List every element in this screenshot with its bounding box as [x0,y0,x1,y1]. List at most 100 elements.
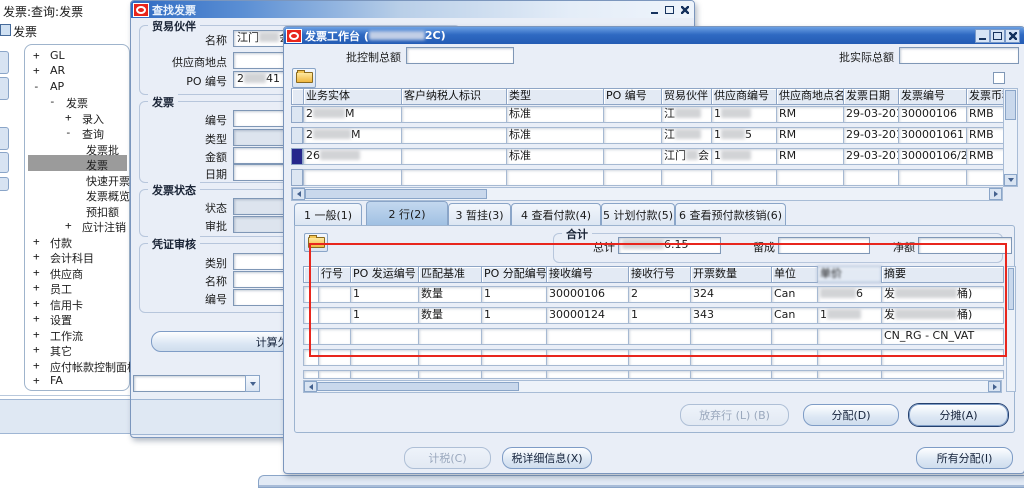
cell-empty[interactable] [817,349,882,366]
cell-description[interactable]: CN_RG - CN_VAT [881,328,1004,345]
cell-supplier-num[interactable]: 1 [711,106,779,123]
tab-scheduled-payments[interactable]: 5 计划付款(5) [601,203,675,226]
cell-empty[interactable] [481,349,547,366]
cell-empty[interactable] [690,349,772,366]
cell-billed-qty[interactable]: 343 [690,307,772,324]
cell-empty[interactable] [350,370,419,379]
lines-horizontal-scrollbar[interactable] [303,380,1002,393]
cell-empty[interactable] [418,370,482,379]
cell-currency[interactable]: RMB [966,127,1005,144]
cell-empty[interactable] [418,349,482,366]
tree-item-withholding[interactable]: 预扣额 [26,204,126,219]
tree-item-inquiry[interactable]: -查询 [26,126,126,141]
column-header-date[interactable]: 发票日期 [843,88,901,105]
cell-po[interactable] [603,148,664,165]
expand-icon[interactable]: + [33,312,40,325]
row-selector[interactable] [291,169,303,186]
tree-item-invoices[interactable]: -发票 [26,95,126,110]
cell-line-num[interactable] [318,286,351,303]
cell-taxpayer[interactable] [401,148,509,165]
scrollbar-thumb[interactable] [1008,268,1014,310]
toolbar-button[interactable] [0,177,9,191]
column-header-unit-price[interactable]: 单价 [817,266,882,283]
cell-po-distribution[interactable]: 1 [481,307,547,324]
cell-empty[interactable] [628,370,691,379]
cell-empty[interactable] [817,370,882,379]
scroll-right-button[interactable] [988,381,1001,392]
cell-empty[interactable] [881,349,1004,366]
scrollbar-thumb[interactable] [1005,90,1016,120]
tree-item-workflow[interactable]: +工作流 [26,328,126,343]
tree-item-accounting[interactable]: +会计科目 [26,250,126,265]
cell-empty[interactable] [628,349,691,366]
column-header-ou[interactable]: 业务实体 [303,88,404,105]
cell-empty[interactable] [771,349,818,366]
cell-empty[interactable] [401,169,509,186]
tab-general[interactable]: 1 一般(1) [294,203,362,226]
cell-empty[interactable] [771,370,818,379]
scrollbar-thumb[interactable] [317,382,519,391]
collapse-icon[interactable]: - [65,126,72,139]
cell-billed-qty[interactable] [690,328,772,345]
vertical-scrollbar[interactable] [1003,88,1018,187]
cell-empty[interactable] [898,169,969,186]
lines-vertical-scrollbar[interactable] [1006,266,1016,392]
cell-partner[interactable]: 江 [661,127,714,144]
column-header-site[interactable]: 供应商地点名 [776,88,846,105]
cell-date[interactable]: 29-03-2016 [843,148,901,165]
tree-item-invoice-batches[interactable]: 发票批 [26,142,126,157]
expand-icon[interactable]: + [33,374,40,387]
expand-icon[interactable]: + [33,297,40,310]
column-header-receipt-num[interactable]: 接收编号 [546,266,629,283]
cell-po[interactable] [603,127,664,144]
column-header-currency[interactable]: 发票币种 [966,88,1005,105]
tree-item-ap-dashboard[interactable]: +应付帐款控制面板 [26,359,126,374]
discard-line-button[interactable]: 放弃行 (L) (B) [680,404,789,426]
column-header-taxpayer[interactable]: 客户纳税人标识 [401,88,509,105]
cell-receipt-line[interactable]: 1 [628,307,691,324]
cell-partner[interactable]: 江门会 [661,148,714,165]
tab-view-prepayment-applications[interactable]: 6 查看预付款核销(6) [675,203,786,226]
cell-match-basis[interactable] [418,328,482,345]
column-header-match-basis[interactable]: 匹配基准 [418,266,482,283]
cell-number[interactable]: 30000106 [898,106,969,123]
column-header-po[interactable]: PO 编号 [603,88,664,105]
cell-po-shipment[interactable]: 1 [350,307,419,324]
cell-site[interactable]: RM [776,148,846,165]
cell-ou[interactable]: 2M [303,127,404,144]
retainage-field[interactable] [778,237,870,254]
workbench-titlebar[interactable]: 发票工作台 ( 2C) [284,27,1024,44]
cell-taxpayer[interactable] [401,127,509,144]
cell-empty[interactable] [711,169,779,186]
cell-uom[interactable]: Can [771,286,818,303]
cell-uom[interactable]: Can [771,307,818,324]
column-header-number[interactable]: 发票编号 [898,88,969,105]
tree-item-invoices-selected[interactable]: 发票 [26,157,126,172]
cell-unit-price[interactable] [817,328,882,345]
tree-item-entry[interactable]: +录入 [26,111,126,126]
column-header-supplier-num[interactable]: 供应商编号 [711,88,779,105]
find-window-titlebar[interactable]: 查找发票 [131,1,694,18]
cell-empty[interactable] [481,370,547,379]
cell-empty[interactable] [966,169,1005,186]
cell-empty[interactable] [546,349,629,366]
maximize-button[interactable] [990,29,1005,43]
cell-receipt-num[interactable] [546,328,629,345]
cell-empty[interactable] [318,370,351,379]
expand-icon[interactable]: + [33,250,40,263]
row-selector-selected[interactable] [291,148,303,165]
cell-billed-qty[interactable]: 324 [690,286,772,303]
cell-site[interactable]: RM [776,106,846,123]
cell-empty[interactable] [776,169,846,186]
cell-line-num[interactable] [318,307,351,324]
tax-details-button[interactable]: 税详细信息(X) [502,447,592,469]
row-selector[interactable] [291,127,303,144]
maximize-button[interactable] [663,4,676,16]
cell-number[interactable]: 300001061 [898,127,969,144]
collapse-icon[interactable]: - [49,95,56,108]
calculate-tax-button[interactable]: 计税(C) [404,447,491,469]
all-distributions-button[interactable]: 所有分配(I) [916,447,1013,469]
tree-item-ar[interactable]: +AR [26,64,126,79]
cell-site[interactable]: RM [776,127,846,144]
expand-icon[interactable]: + [33,281,40,294]
